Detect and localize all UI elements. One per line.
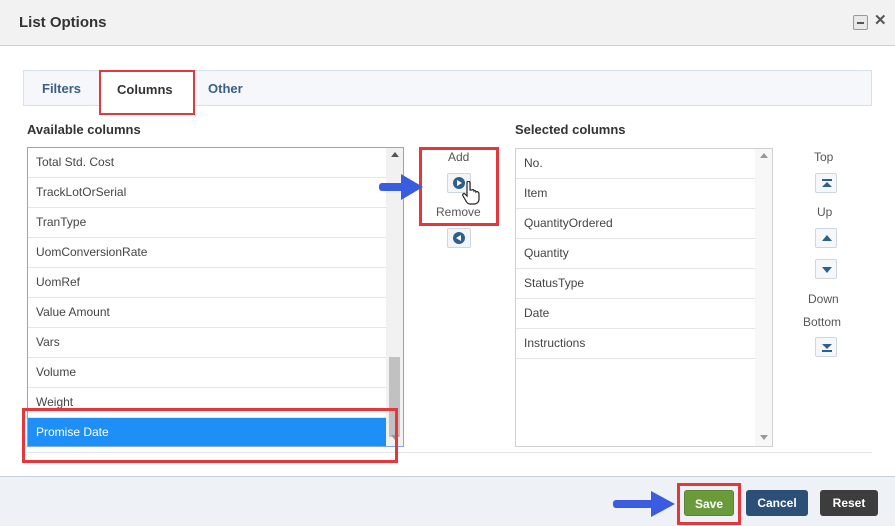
available-columns-list[interactable]: Total Std. Cost TrackLotOrSerial TranTyp… [27, 147, 404, 447]
selected-columns-label: Selected columns [515, 122, 626, 137]
promise-date-highlight-box [22, 408, 398, 463]
pointer-arrow-icon [379, 174, 423, 200]
list-item[interactable]: Vars [28, 328, 388, 358]
cancel-button[interactable]: Cancel [746, 490, 808, 516]
list-item[interactable]: StatusType [516, 269, 756, 299]
list-item[interactable]: TrackLotOrSerial [28, 178, 388, 208]
pointer-arrow-icon [613, 491, 675, 517]
list-item[interactable]: Item [516, 179, 756, 209]
down-label: Down [808, 292, 839, 306]
selected-scrollbar[interactable] [755, 149, 772, 446]
list-item[interactable]: Date [516, 299, 756, 329]
up-label: Up [817, 205, 833, 219]
scroll-up-icon[interactable] [760, 153, 768, 158]
move-bottom-button[interactable] [815, 337, 837, 357]
list-item[interactable]: UomConversionRate [28, 238, 388, 268]
list-item[interactable]: Quantity [516, 239, 756, 269]
available-columns-label: Available columns [27, 122, 141, 137]
list-item[interactable]: TranType [28, 208, 388, 238]
list-item[interactable]: Volume [28, 358, 388, 388]
list-item[interactable]: No. [516, 149, 756, 179]
arrow-down-icon [822, 267, 832, 273]
selected-columns-list[interactable]: No. Item QuantityOrdered Quantity Status… [515, 148, 773, 447]
bottom-label: Bottom [803, 315, 842, 329]
move-top-button[interactable] [815, 173, 837, 193]
save-highlight-box [677, 483, 741, 525]
tab-filters[interactable]: Filters [42, 81, 81, 96]
move-bottom-icon [822, 344, 832, 349]
move-up-button[interactable] [815, 228, 837, 248]
move-down-button[interactable] [815, 259, 837, 279]
arrow-up-icon [822, 235, 832, 241]
tab-columns-label: Columns [117, 82, 173, 97]
tab-other[interactable]: Other [208, 81, 243, 96]
remove-button[interactable] [447, 228, 471, 248]
dialog-title: List Options [19, 14, 107, 31]
top-label: Top [814, 150, 834, 164]
list-item[interactable]: Value Amount [28, 298, 388, 328]
play-left-icon [453, 232, 465, 244]
tab-columns[interactable]: Columns [99, 70, 195, 115]
list-item[interactable]: UomRef [28, 268, 388, 298]
reset-button[interactable]: Reset [820, 490, 878, 516]
move-top-icon [822, 179, 832, 181]
list-item[interactable]: Instructions [516, 329, 756, 359]
list-item[interactable]: Total Std. Cost [28, 148, 388, 178]
scroll-up-icon[interactable] [391, 152, 399, 157]
close-icon[interactable]: ✕ [874, 12, 887, 30]
dialog-titlebar: List Options ✕ [0, 0, 895, 46]
add-highlight-box [419, 147, 499, 226]
minimize-icon[interactable] [853, 15, 868, 30]
scroll-down-icon[interactable] [760, 435, 768, 440]
list-item[interactable]: QuantityOrdered [516, 209, 756, 239]
